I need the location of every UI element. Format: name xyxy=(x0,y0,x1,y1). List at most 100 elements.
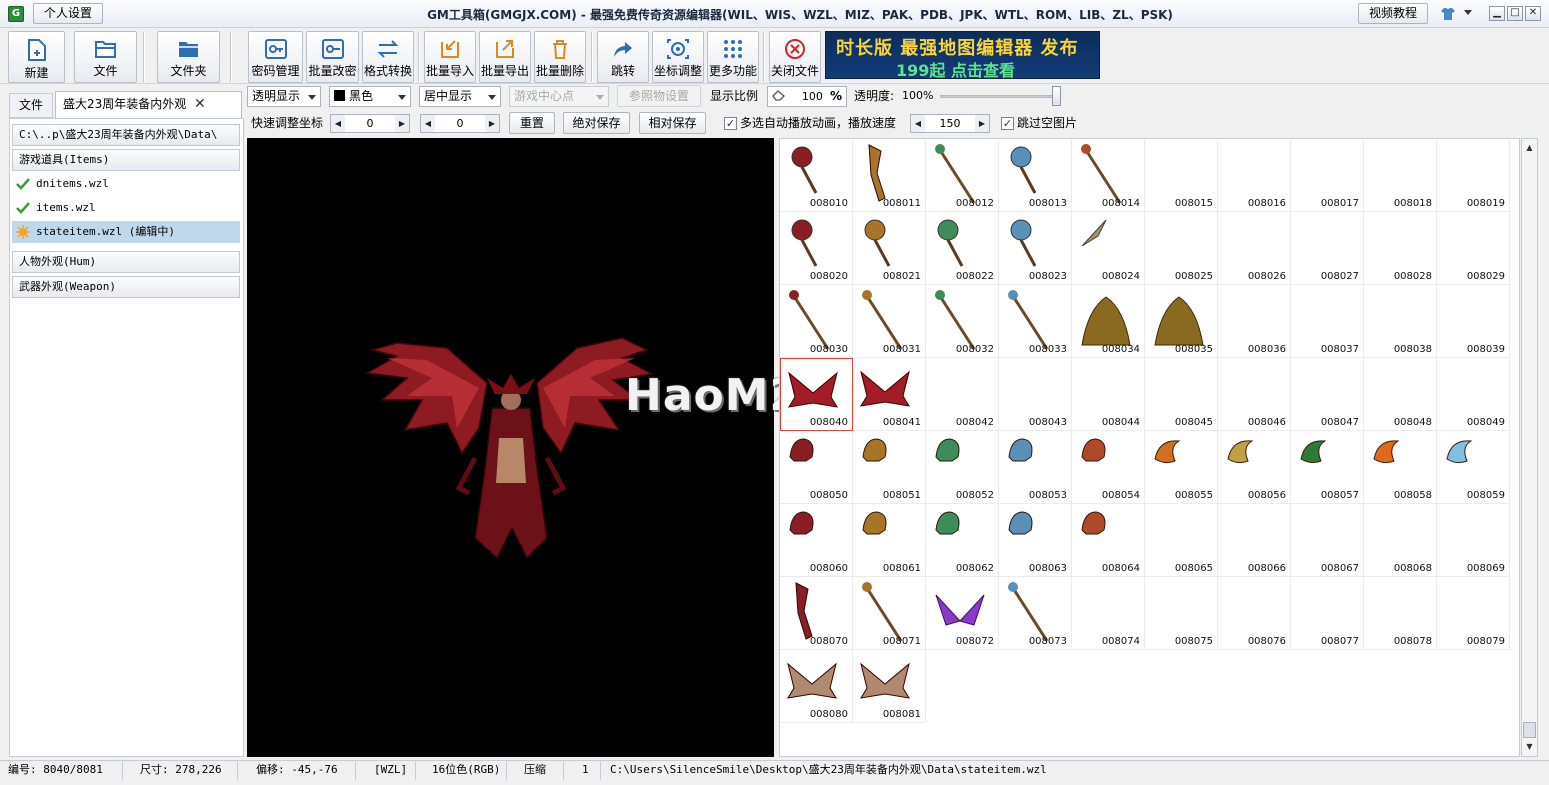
thumbnail-cell[interactable]: 008025 xyxy=(1145,212,1218,285)
thumbnail-cell[interactable]: 008075 xyxy=(1145,577,1218,650)
thumbnail-cell[interactable]: 008051 xyxy=(853,431,926,504)
relative-save-button[interactable]: 相对保存 xyxy=(639,112,706,134)
thumbnail-cell[interactable]: 008047 xyxy=(1291,358,1364,431)
path-row[interactable]: C:\..p\盛大23周年装备内外观\Data\ xyxy=(12,124,240,146)
spin-right-icon[interactable]: ▶ xyxy=(975,115,989,132)
thumbnail-cell[interactable]: 008031 xyxy=(853,285,926,358)
thumbnail-cell[interactable]: 008028 xyxy=(1364,212,1437,285)
scrollbar-thumb[interactable] xyxy=(1523,722,1536,738)
thumbnail-cell[interactable]: 008062 xyxy=(926,504,999,577)
thumbnail-cell[interactable]: 008070 xyxy=(780,577,853,650)
batch-import-button[interactable]: 批量导入 xyxy=(424,31,476,83)
thumbnail-cell[interactable]: 008061 xyxy=(853,504,926,577)
scale-input[interactable]: 100 % xyxy=(767,86,847,107)
preview-canvas[interactable] xyxy=(247,138,774,757)
multi-anim-checkbox[interactable]: ✓ xyxy=(724,117,737,130)
background-color-select[interactable]: 黑色 xyxy=(329,86,411,107)
center-point-select[interactable]: 游戏中心点 xyxy=(509,86,609,107)
thumbnail-cell[interactable]: 008042 xyxy=(926,358,999,431)
batch-export-button[interactable]: 批量导出 xyxy=(479,31,531,83)
thumbnail-cell[interactable]: 008033 xyxy=(999,285,1072,358)
spin-left-icon[interactable]: ◀ xyxy=(911,115,925,132)
thumbnail-cell[interactable]: 008040 xyxy=(780,358,853,431)
reset-button[interactable]: 重置 xyxy=(509,112,555,134)
thumbnail-cell[interactable]: 008043 xyxy=(999,358,1072,431)
thumbnail-cell[interactable]: 008073 xyxy=(999,577,1072,650)
thumbnail-cell[interactable]: 008054 xyxy=(1072,431,1145,504)
thumbnail-cell[interactable]: 008036 xyxy=(1218,285,1291,358)
thumbnail-cell[interactable]: 008060 xyxy=(780,504,853,577)
thumbnail-cell[interactable]: 008079 xyxy=(1437,577,1510,650)
opacity-slider-track[interactable] xyxy=(940,95,1060,98)
more-functions-button[interactable]: 更多功能 xyxy=(707,31,759,83)
thumbnail-cell[interactable]: 008058 xyxy=(1364,431,1437,504)
thumbnail-cell[interactable]: 008050 xyxy=(780,431,853,504)
thumbnail-cell[interactable]: 008023 xyxy=(999,212,1072,285)
thumbnail-cell[interactable]: 008071 xyxy=(853,577,926,650)
spin-right-icon[interactable]: ▶ xyxy=(485,115,499,132)
thumbnail-cell[interactable]: 008052 xyxy=(926,431,999,504)
transparent-display-select[interactable]: 透明显示 xyxy=(247,86,321,107)
thumbnail-cell[interactable]: 008077 xyxy=(1291,577,1364,650)
thumbnail-cell[interactable]: 008069 xyxy=(1437,504,1510,577)
thumbnail-cell[interactable]: 008055 xyxy=(1145,431,1218,504)
y-coord-spinner[interactable]: ◀ 0 ▶ xyxy=(420,114,500,133)
thumbnail-cell[interactable]: 008056 xyxy=(1218,431,1291,504)
absolute-save-button[interactable]: 绝对保存 xyxy=(563,112,630,134)
tab-close-icon[interactable]: ✕ xyxy=(194,96,206,112)
thumbnail-cell[interactable]: 008012 xyxy=(926,139,999,212)
thumbnail-cell[interactable]: 008034 xyxy=(1072,285,1145,358)
password-manage-button[interactable]: 密码管理 xyxy=(248,31,303,83)
tab-file[interactable]: 文件 xyxy=(9,93,53,118)
thumbnail-cell[interactable]: 008015 xyxy=(1145,139,1218,212)
speed-spinner[interactable]: ◀ 150 ▶ xyxy=(910,114,990,133)
ad-banner[interactable]: 时长版 最强地图编辑器 发布 199起 点击查看 xyxy=(825,31,1100,80)
thumbnail-cell[interactable]: 008038 xyxy=(1364,285,1437,358)
thumbnail-cell[interactable]: 008066 xyxy=(1218,504,1291,577)
thumbnail-cell[interactable]: 008016 xyxy=(1218,139,1291,212)
scroll-up-icon[interactable]: ▲ xyxy=(1523,141,1536,155)
thumbnail-cell[interactable]: 008041 xyxy=(853,358,926,431)
thumbnail-cell[interactable]: 008011 xyxy=(853,139,926,212)
thumbnail-cell[interactable]: 008037 xyxy=(1291,285,1364,358)
batch-modify-password-button[interactable]: 批量改密 xyxy=(306,31,359,83)
group-weapon[interactable]: 武器外观(Weapon) xyxy=(12,276,240,298)
thumbnail-cell[interactable]: 008057 xyxy=(1291,431,1364,504)
thumbnail-cell[interactable]: 008074 xyxy=(1072,577,1145,650)
thumbnail-cell[interactable]: 008010 xyxy=(780,139,853,212)
file-item[interactable]: dnitems.wzl xyxy=(12,173,240,195)
vertical-scrollbar[interactable] xyxy=(1521,138,1538,757)
file-item-editing[interactable]: stateitem.wzl (编辑中) xyxy=(12,221,240,243)
thumbnail-cell[interactable]: 008053 xyxy=(999,431,1072,504)
align-select[interactable]: 居中显示 xyxy=(419,86,501,107)
thumbnail-cell[interactable]: 008024 xyxy=(1072,212,1145,285)
thumbnail-cell[interactable]: 008063 xyxy=(999,504,1072,577)
spin-left-icon[interactable]: ◀ xyxy=(421,115,435,132)
coord-adjust-button[interactable]: 坐标调整 xyxy=(652,31,704,83)
close-file-button[interactable]: 关闭文件 xyxy=(769,31,821,83)
opacity-slider-thumb[interactable] xyxy=(1052,86,1061,106)
format-convert-button[interactable]: 格式转换 xyxy=(362,31,414,83)
reference-settings-button[interactable]: 参照物设置 xyxy=(617,85,701,107)
thumbnail-cell[interactable]: 008029 xyxy=(1437,212,1510,285)
minimize-button[interactable]: ▁ xyxy=(1489,6,1505,21)
thumbnail-cell[interactable]: 008067 xyxy=(1291,504,1364,577)
thumbnail-cell[interactable]: 008030 xyxy=(780,285,853,358)
thumbnail-cell[interactable]: 008013 xyxy=(999,139,1072,212)
spin-left-icon[interactable]: ◀ xyxy=(331,115,345,132)
tab-active-document[interactable]: 盛大23周年装备内外观 xyxy=(55,91,242,118)
thumbnail-cell[interactable]: 008027 xyxy=(1291,212,1364,285)
scroll-down-icon[interactable]: ▼ xyxy=(1523,740,1536,754)
thumbnail-cell[interactable]: 008021 xyxy=(853,212,926,285)
thumbnail-cell[interactable]: 008032 xyxy=(926,285,999,358)
group-items[interactable]: 游戏道具(Items) xyxy=(12,149,240,171)
file-item[interactable]: items.wzl xyxy=(12,197,240,219)
skip-empty-checkbox[interactable]: ✓ xyxy=(1001,117,1014,130)
thumbnail-cell[interactable]: 008076 xyxy=(1218,577,1291,650)
open-folder-button[interactable]: 文件夹 xyxy=(157,31,220,83)
new-button[interactable]: 新建 xyxy=(8,31,65,83)
thumbnail-cell[interactable]: 008022 xyxy=(926,212,999,285)
skin-shirt-icon[interactable] xyxy=(1440,6,1456,22)
thumbnail-cell[interactable]: 008019 xyxy=(1437,139,1510,212)
thumbnail-cell[interactable]: 008044 xyxy=(1072,358,1145,431)
